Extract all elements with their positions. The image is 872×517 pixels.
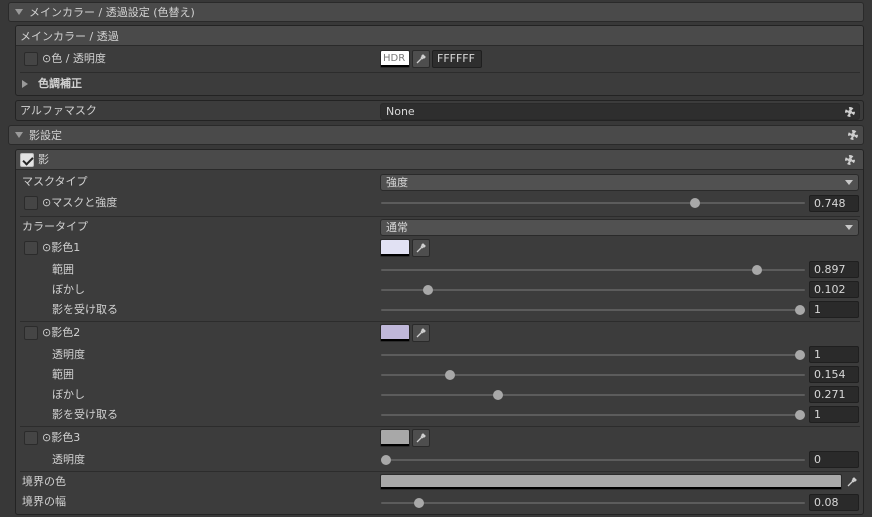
shadow3-label: ⊙影色3 (42, 431, 81, 444)
shadow1-receive-label: 影を受け取る (52, 303, 118, 316)
color-type-label: カラータイプ (22, 220, 88, 233)
shadow2-checkbox[interactable] (24, 326, 38, 340)
shadow3-picker-button[interactable] (412, 429, 430, 447)
shadow1-range-slider[interactable] (381, 269, 805, 271)
shadow1-range-slider-thumb[interactable] (752, 265, 762, 275)
main-color-box: メインカラー / 透過 ⊙色 / 透明度 HDR FFFFFF 色調補正 (15, 25, 864, 96)
shadow3-checkbox[interactable] (24, 431, 38, 445)
shadow2-receive-label: 影を受け取る (52, 408, 118, 421)
alpha-mask-gear-icon[interactable] (845, 107, 855, 117)
shadow2-range-label: 範囲 (52, 368, 74, 381)
shadow-section-gear-icon[interactable] (848, 130, 858, 140)
shadow2-blur-slider[interactable] (381, 394, 805, 396)
shadow-gear-icon[interactable] (845, 155, 855, 165)
mask-strength-slider[interactable] (381, 202, 805, 204)
color-adjust-label[interactable]: 色調補正 (38, 74, 82, 94)
alpha-mask-label: アルファマスク (20, 104, 97, 117)
shadow1-color-swatch[interactable] (380, 239, 410, 257)
shadow1-range-label: 範囲 (52, 263, 74, 276)
alpha-mask-box: アルファマスク None (15, 100, 864, 121)
shadow2-label: ⊙影色2 (42, 326, 81, 339)
shadow2-receive-slider-thumb[interactable] (795, 410, 805, 420)
main-color-section-header[interactable]: メインカラー / 透過設定 (色替え) (8, 2, 864, 22)
divider-4 (20, 471, 860, 472)
main-color-sub-title: メインカラー / 透過 (20, 29, 119, 43)
border-width-field[interactable]: 0.08 (809, 494, 859, 511)
eyedropper-icon (416, 433, 426, 443)
border-width-label: 境界の幅 (22, 495, 66, 508)
shadow2-opacity-label: 透明度 (52, 348, 85, 361)
shadow-section-header[interactable]: 影設定 (8, 125, 864, 145)
shadow1-checkbox[interactable] (24, 241, 38, 255)
shadow3-color-swatch[interactable] (380, 429, 410, 447)
foldout-triangle-icon (15, 9, 23, 15)
main-color-divider (20, 72, 860, 73)
shadow1-blur-slider[interactable] (381, 289, 805, 291)
shadow-sub-header (16, 150, 863, 170)
shadow2-blur-slider-thumb[interactable] (493, 390, 503, 400)
mask-type-dropdown[interactable]: 強度 (380, 174, 859, 191)
main-color-sub-header: メインカラー / 透過 (16, 26, 863, 46)
shadow2-opacity-field[interactable]: 1 (809, 346, 859, 363)
main-color-checkbox[interactable] (24, 52, 38, 66)
chevron-down-icon (845, 180, 853, 185)
hex-color-field[interactable]: FFFFFF (432, 50, 482, 68)
shadow3-opacity-slider[interactable] (381, 459, 805, 461)
mask-strength-field[interactable]: 0.748 (809, 195, 859, 212)
shadow1-range-field[interactable]: 0.897 (809, 261, 859, 278)
shadow1-blur-label: ぼかし (52, 283, 85, 296)
shadow3-opacity-slider-thumb[interactable] (381, 455, 391, 465)
mask-type-label: マスクタイプ (22, 175, 88, 188)
color-adjust-triangle-icon[interactable] (22, 80, 28, 88)
chevron-down-icon (845, 225, 853, 230)
main-color-label: ⊙色 / 透明度 (42, 52, 106, 65)
alpha-mask-field[interactable]: None (380, 103, 860, 120)
shadow-header-label: 影 (38, 153, 49, 166)
border-width-slider[interactable] (381, 502, 805, 504)
border-color-picker-button[interactable] (843, 473, 861, 491)
shadow3-opacity-field[interactable]: 0 (809, 451, 859, 468)
eyedropper-icon (416, 243, 426, 253)
border-color-label: 境界の色 (22, 475, 66, 488)
shadow1-blur-field[interactable]: 0.102 (809, 281, 859, 298)
mask-strength-label: ⊙マスクと強度 (42, 196, 118, 209)
main-color-section-title: メインカラー / 透過設定 (色替え) (29, 6, 195, 19)
shadow2-receive-slider[interactable] (381, 414, 805, 416)
hdr-color-swatch[interactable]: HDR (380, 50, 410, 68)
shadow2-range-slider-thumb[interactable] (445, 370, 455, 380)
main-color-picker-button[interactable] (412, 50, 430, 68)
shadow2-blur-label: ぼかし (52, 388, 85, 401)
mask-strength-checkbox[interactable] (24, 196, 38, 210)
shadow-foldout-triangle-icon (15, 132, 23, 138)
shadow1-receive-field[interactable]: 1 (809, 301, 859, 318)
mask-strength-slider-thumb[interactable] (690, 198, 700, 208)
shadow2-blur-field[interactable]: 0.271 (809, 386, 859, 403)
divider-3 (20, 426, 860, 427)
shadow1-receive-slider-thumb[interactable] (795, 305, 805, 315)
shadow1-picker-button[interactable] (412, 239, 430, 257)
shadow2-opacity-slider-thumb[interactable] (795, 350, 805, 360)
border-width-slider-thumb[interactable] (414, 498, 424, 508)
shadow2-color-swatch[interactable] (380, 324, 410, 342)
divider-2 (20, 321, 860, 322)
border-color-swatch[interactable] (380, 474, 842, 490)
shadow2-range-field[interactable]: 0.154 (809, 366, 859, 383)
shadow-section-title: 影設定 (29, 129, 62, 142)
shadow1-label: ⊙影色1 (42, 241, 81, 254)
shadow-enable-checkbox[interactable] (20, 153, 34, 167)
shadow3-opacity-label: 透明度 (52, 453, 85, 466)
shadow1-blur-slider-thumb[interactable] (423, 285, 433, 295)
divider-1 (20, 216, 860, 217)
eyedropper-icon (416, 54, 426, 64)
shadow2-picker-button[interactable] (412, 324, 430, 342)
eyedropper-icon (416, 328, 426, 338)
shadow1-receive-slider[interactable] (381, 309, 805, 311)
eyedropper-icon (847, 477, 857, 487)
color-type-dropdown[interactable]: 通常 (380, 219, 859, 236)
shadow2-receive-field[interactable]: 1 (809, 406, 859, 423)
shadow2-opacity-slider[interactable] (381, 354, 805, 356)
